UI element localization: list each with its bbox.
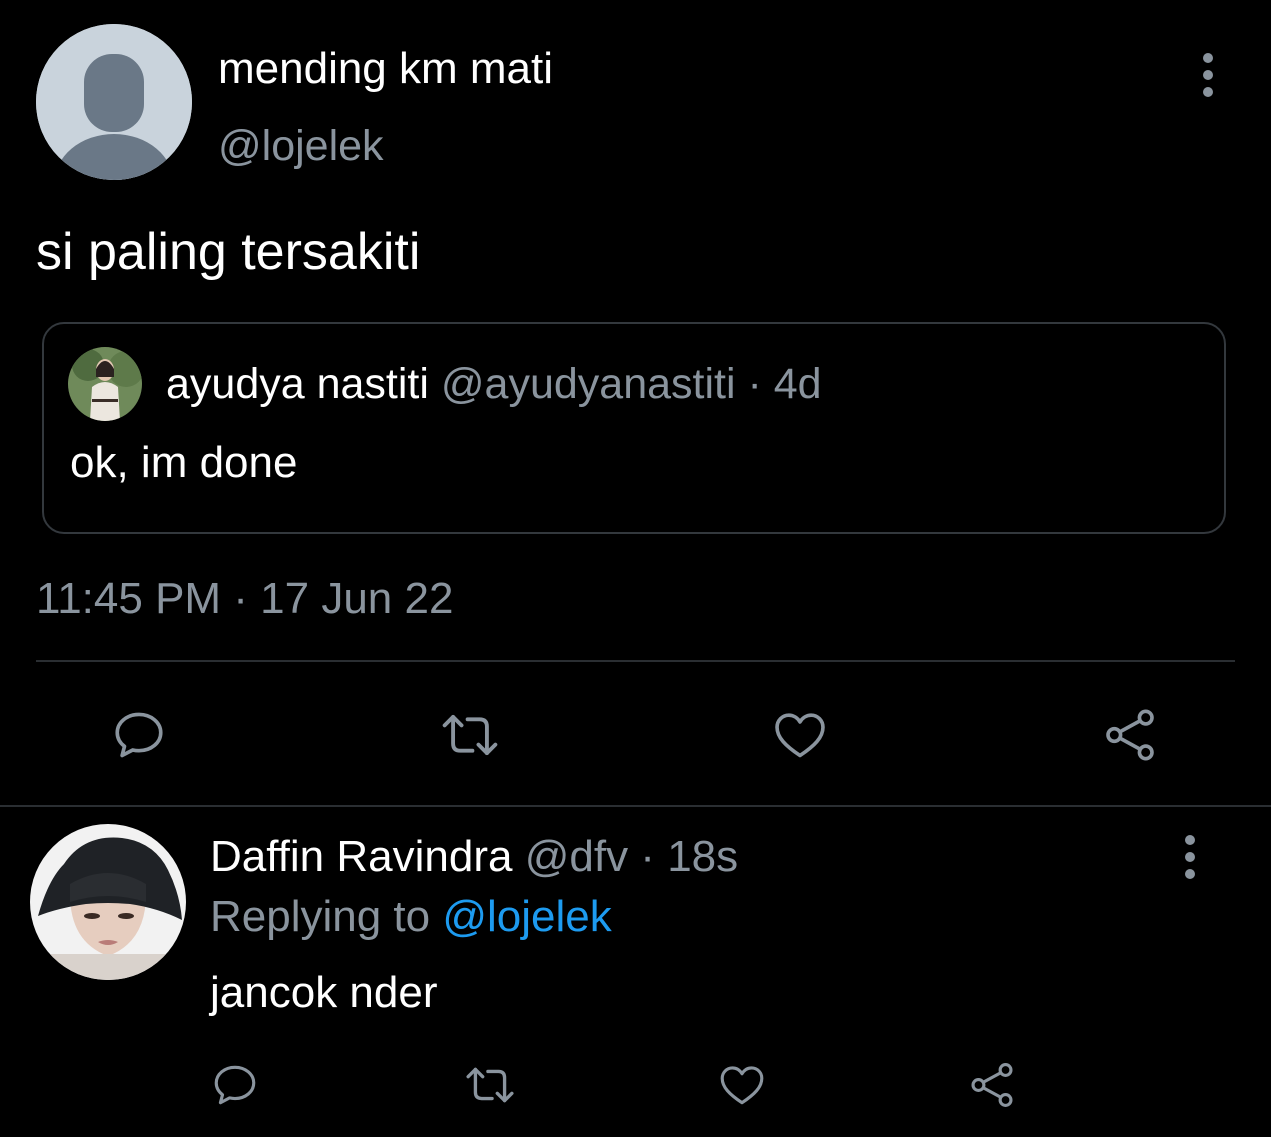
- share-icon[interactable]: [1100, 706, 1160, 764]
- divider: [36, 660, 1235, 662]
- replying-to-label: Replying to: [210, 892, 443, 941]
- quoted-separator: ·: [735, 360, 774, 408]
- reply-separator: ·: [628, 832, 668, 881]
- retweet-icon[interactable]: [438, 706, 502, 764]
- tweet-text: si paling tersakiti: [36, 223, 421, 281]
- more-options-icon[interactable]: [1184, 50, 1232, 100]
- main-author-avatar[interactable]: [36, 24, 192, 180]
- quoted-tweet-header: ayudya nastiti @ayudyanastiti · 4d: [166, 360, 822, 409]
- more-options-icon[interactable]: [1166, 832, 1214, 882]
- quoted-age: 4d: [773, 360, 822, 408]
- replying-to: Replying to @lojelek: [210, 892, 612, 942]
- share-icon[interactable]: [966, 1060, 1018, 1110]
- like-icon[interactable]: [716, 1060, 768, 1110]
- retweet-icon[interactable]: [462, 1060, 518, 1110]
- quoted-tweet-text: ok, im done: [70, 438, 298, 487]
- quoted-author-avatar[interactable]: [68, 347, 142, 421]
- reply-text: jancok nder: [210, 968, 438, 1017]
- main-author-name[interactable]: mending km mati: [218, 44, 553, 94]
- reply-author-handle[interactable]: @dfv: [525, 832, 628, 881]
- replying-to-handle-link[interactable]: @lojelek: [442, 892, 611, 941]
- reply-author-name[interactable]: Daffin Ravindra: [210, 832, 512, 881]
- reply-age: 18s: [667, 832, 739, 881]
- main-author-handle[interactable]: @lojelek: [218, 122, 384, 171]
- quoted-author-handle[interactable]: @ayudyanastiti: [441, 360, 736, 408]
- divider: [0, 805, 1271, 807]
- like-icon[interactable]: [770, 706, 830, 764]
- reply-author-avatar[interactable]: [30, 824, 186, 980]
- tweet-timestamp: 11:45 PM · 17 Jun 22: [36, 574, 454, 623]
- quoted-author-name[interactable]: ayudya nastiti: [166, 360, 429, 408]
- quoted-tweet-card[interactable]: [42, 322, 1226, 534]
- reply-icon[interactable]: [210, 1060, 260, 1110]
- reply-header: Daffin Ravindra @dfv · 18s: [210, 832, 738, 882]
- reply-icon[interactable]: [110, 706, 168, 764]
